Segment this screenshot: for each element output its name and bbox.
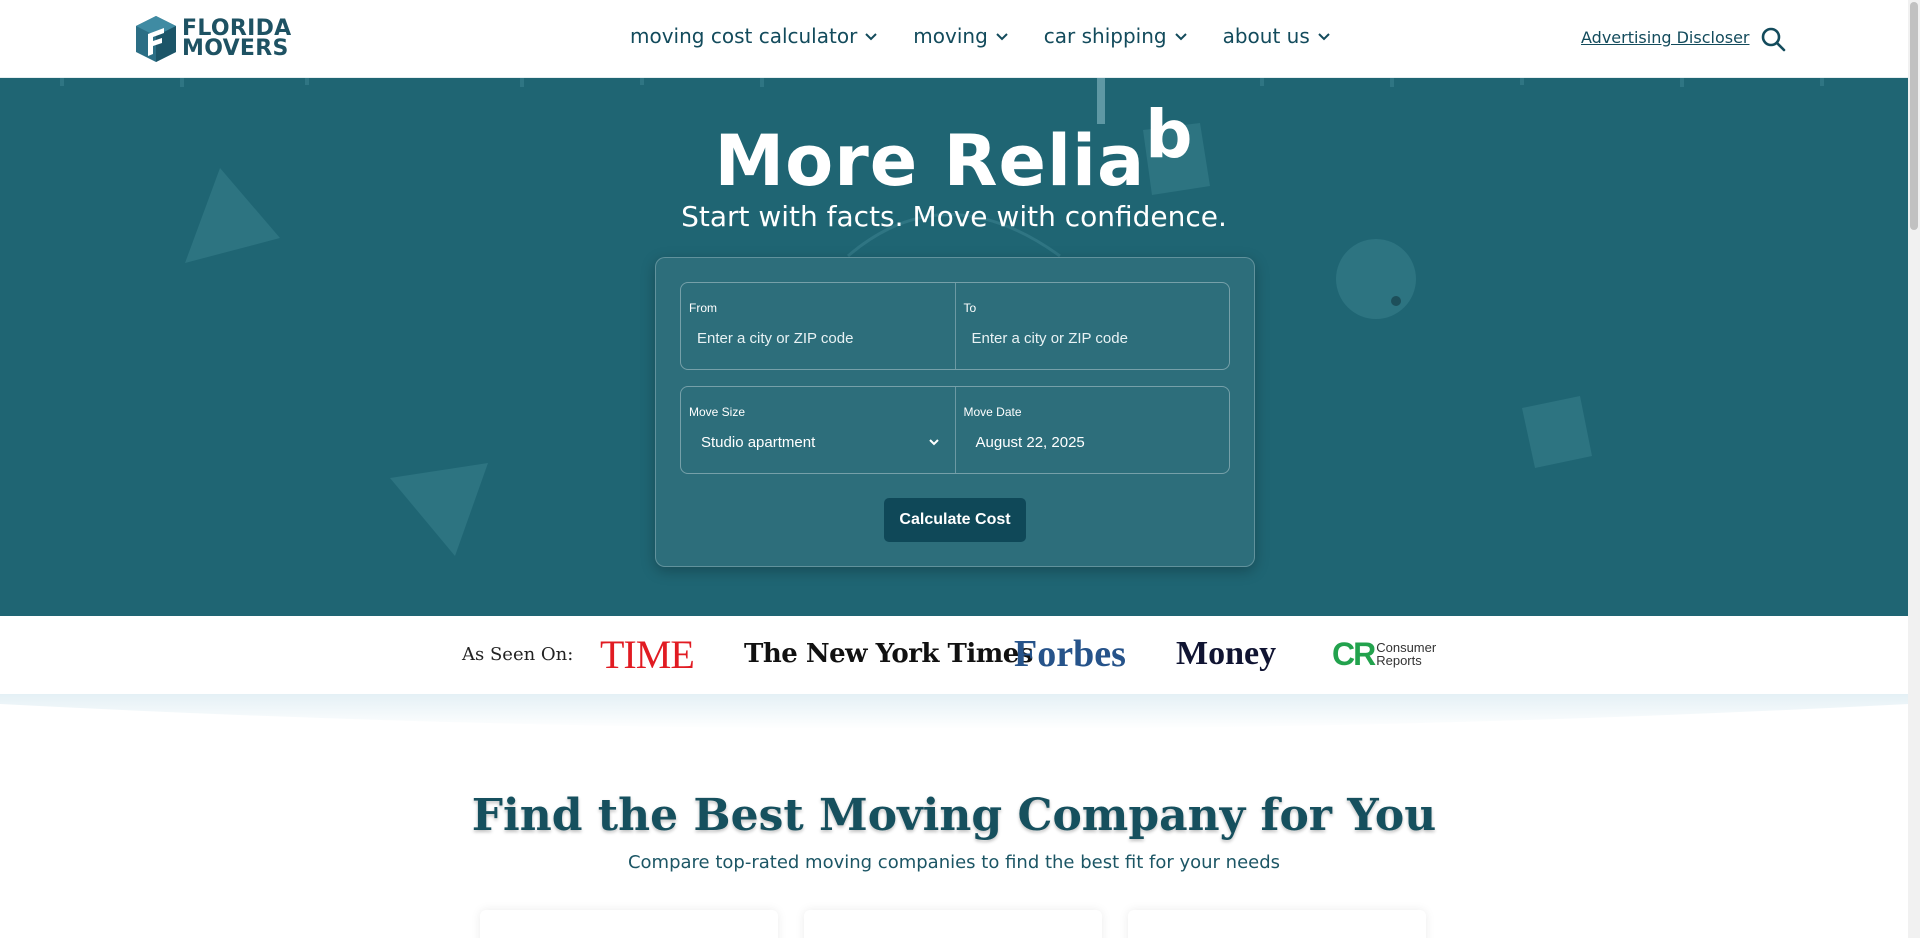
from-field: From	[681, 283, 955, 369]
to-field: To	[954, 283, 1230, 369]
forbes-logo: Forbes	[1014, 633, 1126, 675]
main-nav: moving cost calculator moving car shippi…	[630, 24, 1332, 48]
moving-cost-form: From To Move Size Studio apartment Move …	[655, 257, 1255, 567]
logo-wordmark: FLORIDA MOVERS	[182, 18, 291, 61]
to-label: To	[963, 301, 977, 315]
move-details-fields: Move Size Studio apartment Move Date Aug…	[680, 386, 1230, 474]
move-size-value: Studio apartment	[701, 433, 816, 451]
nyt-logo: The New York Times	[744, 639, 1033, 669]
florida-movers-logo[interactable]: FLORIDA MOVERS	[134, 14, 291, 64]
hero-title-typing-char: b	[1145, 96, 1194, 173]
hero-subtitle: Start with facts. Move with confidence.	[681, 200, 1227, 233]
location-fields: From To	[680, 282, 1230, 370]
cr-line-2: Reports	[1376, 653, 1422, 668]
hero-title-text: More Relia	[714, 120, 1146, 202]
site-header: FLORIDA MOVERS moving cost calculator mo…	[0, 0, 1908, 78]
chevron-down-icon	[1318, 33, 1330, 41]
time-logo: TIME	[600, 631, 695, 677]
move-size-label: Move Size	[689, 405, 746, 419]
advertising-disclosure-link[interactable]: Advertising Discloser	[1581, 28, 1749, 47]
calculate-cost-button[interactable]: Calculate Cost	[884, 498, 1026, 542]
nav-about-us[interactable]: about us	[1223, 24, 1332, 48]
logo-line-2: MOVERS	[182, 36, 289, 61]
as-seen-on-label: As Seen On:	[462, 644, 574, 665]
nav-label: moving	[913, 24, 988, 48]
search-icon[interactable]	[1760, 26, 1786, 52]
move-date-label: Move Date	[963, 405, 1022, 419]
company-card[interactable]	[480, 910, 778, 938]
press-bar: As Seen On: TIME The New York Times Forb…	[0, 616, 1908, 694]
to-input[interactable]	[963, 321, 1219, 355]
section-title: Find the Best Moving Company for You	[471, 790, 1437, 841]
chevron-down-icon	[865, 33, 878, 41]
cr-mark: CR	[1332, 635, 1376, 672]
move-size-select[interactable]: Studio apartment	[689, 425, 944, 459]
page-scrollbar[interactable]	[1908, 0, 1920, 938]
nav-label: moving cost calculator	[630, 24, 858, 48]
section-wave-divider	[0, 694, 1908, 729]
chevron-down-icon	[929, 439, 939, 446]
company-card[interactable]	[804, 910, 1102, 938]
company-card[interactable]	[1128, 910, 1426, 938]
nav-moving-cost-calculator[interactable]: moving cost calculator	[630, 24, 879, 48]
money-logo: Money	[1176, 635, 1277, 672]
scrollbar-thumb[interactable]	[1910, 2, 1918, 230]
from-input[interactable]	[689, 321, 944, 355]
cr-wordmark: Consumer Reports	[1376, 641, 1436, 667]
move-date-input[interactable]: August 22, 2025	[964, 425, 1085, 459]
hero-title: More Reliab	[0, 96, 1908, 202]
nav-car-shipping[interactable]: car shipping	[1044, 24, 1189, 48]
nav-moving[interactable]: moving	[913, 24, 1009, 48]
from-label: From	[689, 301, 717, 315]
hero-section: More Reliab Start with facts. Move with …	[0, 78, 1908, 616]
consumer-reports-logo: CR Consumer Reports	[1332, 634, 1436, 674]
logo-cube-icon	[136, 16, 176, 62]
chevron-down-icon	[996, 33, 1008, 41]
move-date-field: Move Date August 22, 2025	[954, 387, 1230, 473]
section-subtitle: Compare top-rated moving companies to fi…	[627, 852, 1281, 873]
nav-label: car shipping	[1043, 24, 1167, 48]
nav-label: about us	[1222, 24, 1310, 48]
chevron-down-icon	[1174, 33, 1187, 41]
move-size-field: Move Size Studio apartment	[681, 387, 955, 473]
